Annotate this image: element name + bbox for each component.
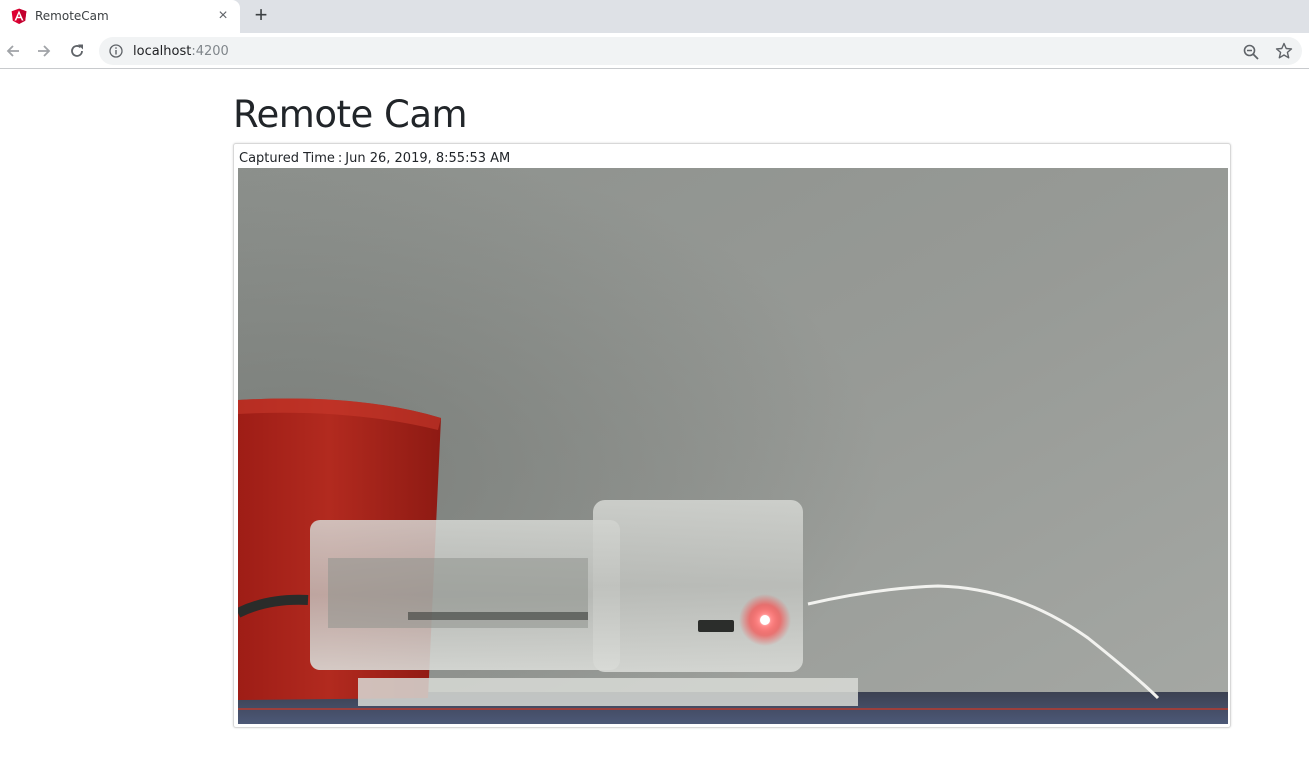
arrow-left-icon (6, 45, 19, 57)
camera-card: Captured Time: Jun 26, 2019, 8:55:53 AM (233, 143, 1231, 728)
info-icon[interactable] (109, 44, 123, 58)
captured-time-value: Jun 26, 2019, 8:55:53 AM (345, 151, 511, 166)
url-port: :4200 (191, 44, 229, 59)
bookmark-star-icon[interactable] (1275, 42, 1293, 60)
forward-button[interactable] (31, 38, 57, 64)
arrow-right-icon (38, 45, 51, 57)
tab-strip: RemoteCam × + (0, 0, 1309, 33)
reload-icon (71, 44, 83, 57)
camera-image (238, 168, 1228, 724)
reload-button[interactable] (64, 38, 90, 64)
captured-time-separator: : (337, 151, 343, 166)
back-button[interactable] (0, 38, 26, 64)
captured-time-text: Captured Time: Jun 26, 2019, 8:55:53 AM (239, 151, 510, 166)
zoom-out-icon[interactable] (1242, 43, 1260, 61)
address-bar[interactable]: localhost:4200 (99, 37, 1302, 65)
new-tab-button[interactable]: + (249, 4, 273, 28)
browser-toolbar: localhost:4200 (0, 33, 1309, 69)
url-text[interactable]: localhost:4200 (133, 44, 229, 59)
captured-time-label: Captured Time (239, 151, 335, 166)
tab-title: RemoteCam (35, 9, 109, 23)
angular-logo-icon (11, 8, 27, 24)
tab-close-icon[interactable]: × (212, 6, 234, 28)
browser-tab[interactable]: RemoteCam × (0, 0, 240, 33)
page-title: Remote Cam (233, 93, 468, 136)
url-host: localhost (133, 44, 192, 59)
